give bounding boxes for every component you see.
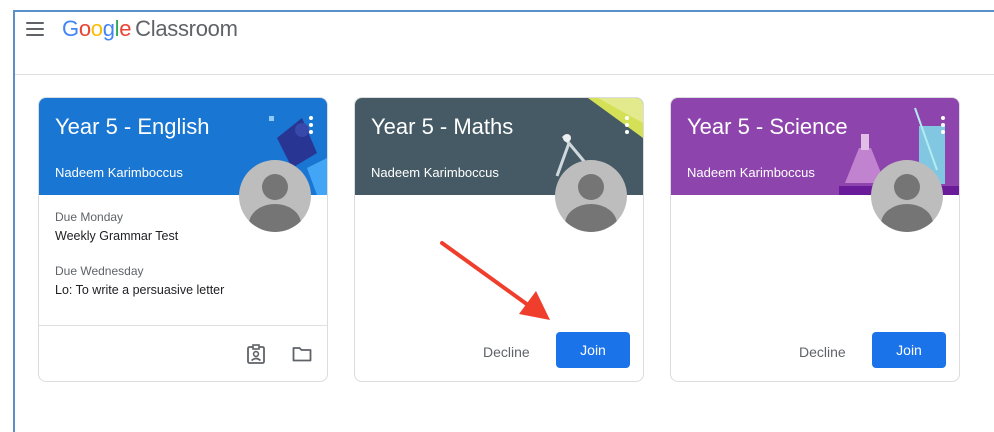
more-options-icon[interactable] xyxy=(941,116,945,134)
teacher-name: Nadeem Karimboccus xyxy=(687,165,815,180)
class-title[interactable]: Year 5 - Maths xyxy=(371,114,513,140)
decline-button[interactable]: Decline xyxy=(799,344,846,360)
teacher-avatar xyxy=(871,160,943,232)
class-card-english[interactable]: Year 5 - English Nadeem Karimboccus Due … xyxy=(38,97,328,382)
card-footer xyxy=(39,325,327,381)
teacher-avatar xyxy=(239,160,311,232)
class-title[interactable]: Year 5 - Science xyxy=(687,114,848,140)
join-button[interactable]: Join xyxy=(872,332,946,368)
join-button[interactable]: Join xyxy=(556,332,630,368)
google-classroom-logo[interactable]: Google Classroom xyxy=(62,16,238,42)
hamburger-menu-icon[interactable] xyxy=(26,22,44,36)
teacher-name: Nadeem Karimboccus xyxy=(371,165,499,180)
more-options-icon[interactable] xyxy=(625,116,629,134)
logo-letter: g xyxy=(102,16,115,41)
logo-product-name: Classroom xyxy=(135,16,238,41)
logo-letter: o xyxy=(90,16,103,41)
decline-button[interactable]: Decline xyxy=(483,344,530,360)
class-title[interactable]: Year 5 - English xyxy=(55,114,210,140)
assignment-due: Due Wednesday xyxy=(55,264,144,278)
folder-icon[interactable] xyxy=(292,346,312,362)
assignments-icon[interactable] xyxy=(247,344,265,364)
assignment-title[interactable]: Lo: To write a persuasive letter xyxy=(55,283,224,297)
logo-letter: e xyxy=(119,16,132,41)
class-card-science[interactable]: Year 5 - Science Nadeem Karimboccus Decl… xyxy=(670,97,960,382)
logo-letter: G xyxy=(62,16,79,41)
more-options-icon[interactable] xyxy=(309,116,313,134)
teacher-name: Nadeem Karimboccus xyxy=(55,165,183,180)
class-card-maths[interactable]: Year 5 - Maths Nadeem Karimboccus Declin… xyxy=(354,97,644,382)
teacher-avatar xyxy=(555,160,627,232)
assignment-title[interactable]: Weekly Grammar Test xyxy=(55,229,178,243)
logo-letter: o xyxy=(78,16,91,41)
assignment-due: Due Monday xyxy=(55,210,124,224)
